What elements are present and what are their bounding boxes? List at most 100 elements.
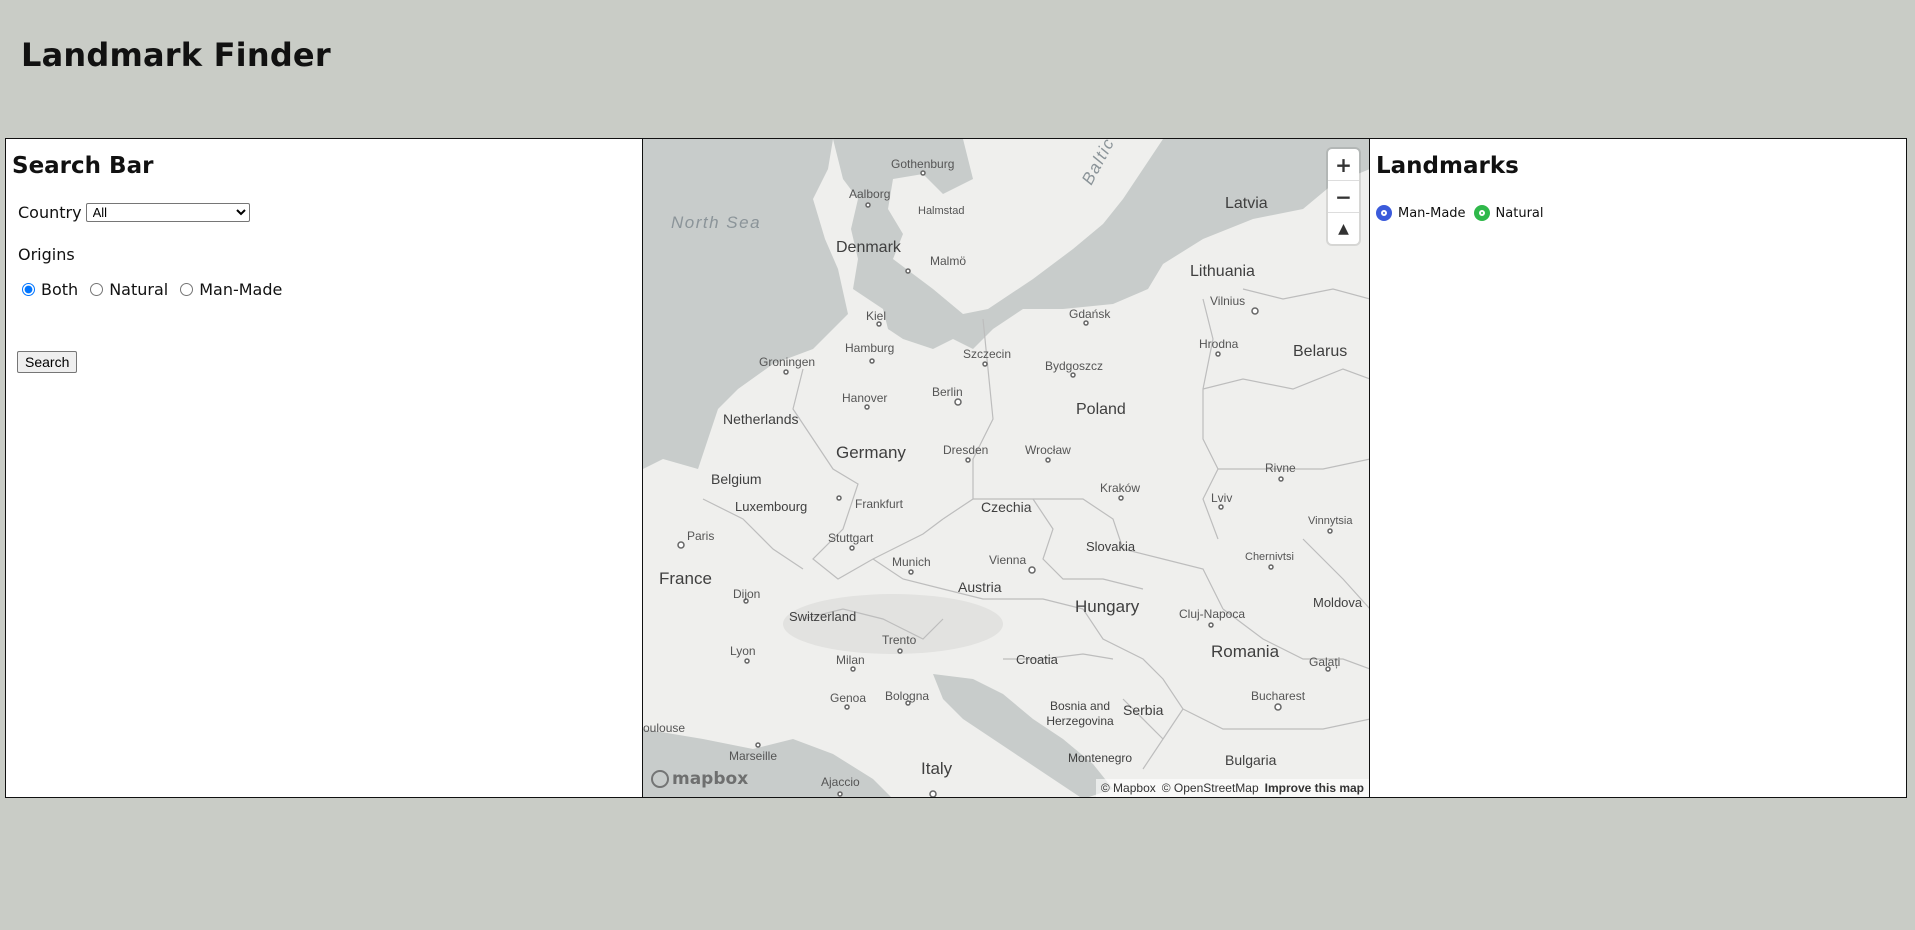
map-label-rivne: Rivne (1265, 461, 1296, 475)
map-panel[interactable]: North Sea Baltic Sea Denmark Latvia Lith… (643, 139, 1370, 797)
map-label-milan: Milan (836, 653, 865, 667)
map-label-genoa: Genoa (830, 691, 867, 705)
map-label-frankfurt: Frankfurt (855, 497, 904, 511)
landmarks-legend: Man-Made Natural (1376, 205, 1552, 221)
country-field: Country All (18, 203, 250, 222)
map-label-munich: Munich (892, 555, 931, 569)
map-label-romania: Romania (1211, 642, 1280, 661)
attribution-osm-link[interactable]: © OpenStreetMap (1162, 781, 1259, 795)
map-label-luxembourg: Luxembourg (735, 499, 808, 514)
map-label-marseille: Marseille (729, 749, 778, 763)
map-label-lyon: Lyon (730, 644, 756, 658)
search-panel: Search Bar Country All Origins Both Natu… (6, 139, 643, 797)
map-label-aalborg: Aalborg (849, 187, 891, 201)
map-label-szczecin: Szczecin (963, 347, 1012, 361)
natural-marker-icon (1473, 205, 1490, 221)
country-select[interactable]: All (85, 203, 250, 222)
map-label-serbia: Serbia (1123, 702, 1164, 718)
map-label-toulouse: oulouse (643, 721, 686, 735)
map-label-vinnytsia: Vinnytsia (1308, 515, 1353, 527)
map-label-malmo: Malmö (930, 254, 967, 268)
zoom-in-button[interactable]: + (1328, 149, 1359, 181)
map-label-belgium: Belgium (711, 471, 762, 487)
origin-both-option[interactable]: Both (18, 280, 78, 299)
landmarks-panel-heading: Landmarks (1376, 153, 1519, 179)
origins-radio-group: Both Natural Man-Made (18, 280, 290, 299)
map-label-latvia: Latvia (1225, 195, 1268, 212)
mapbox-logo-icon (651, 770, 669, 788)
map-label-croatia: Croatia (1016, 652, 1058, 667)
map-label-gothenburg: Gothenburg (891, 157, 955, 171)
mapbox-logo-text: mapbox (672, 769, 749, 789)
map-label-gdansk: Gdańsk (1069, 307, 1111, 321)
map-label-wroclaw: Wrocław (1025, 443, 1071, 457)
map-label-czechia: Czechia (981, 499, 1032, 515)
map-label-lviv: Lviv (1211, 491, 1233, 505)
map-label-halmstad: Halmstad (918, 205, 965, 217)
map-label-berlin: Berlin (932, 385, 963, 399)
map-label-italy: Italy (921, 759, 953, 778)
map-label-ajaccio: Ajaccio (821, 775, 860, 789)
mapbox-logo[interactable]: mapbox (651, 769, 748, 789)
origins-label: Origins (18, 245, 75, 264)
map-label-bulgaria: Bulgaria (1225, 752, 1277, 768)
map-label-groningen: Groningen (759, 355, 816, 369)
map-label-france: France (659, 569, 712, 588)
map-label-bydgoszcz: Bydgoszcz (1045, 359, 1104, 373)
map-label-slovakia: Slovakia (1086, 539, 1136, 554)
man-made-marker-icon (1376, 205, 1392, 221)
zoom-out-button[interactable]: − (1328, 181, 1359, 213)
map-label-switzerland: Switzerland (789, 609, 857, 624)
map-label-dresden: Dresden (943, 443, 989, 457)
legend-label-man-made: Man-Made (1398, 205, 1466, 221)
attribution-mapbox-link[interactable]: © Mapbox (1101, 781, 1156, 795)
landmarks-panel: Landmarks Man-Made Natural (1370, 139, 1906, 797)
improve-map-link[interactable]: Improve this map (1265, 781, 1364, 795)
map-label-trento: Trento (882, 633, 917, 647)
legend-label-natural: Natural (1495, 205, 1544, 221)
origin-manmade-radio[interactable] (180, 283, 194, 296)
map-label-vilnius: Vilnius (1210, 294, 1246, 308)
map-label-austria: Austria (958, 579, 1002, 595)
map-attribution: © Mapbox © OpenStreetMap Improve this ma… (1095, 779, 1369, 797)
legend-item-natural: Natural (1473, 205, 1544, 221)
origin-natural-option[interactable]: Natural (86, 280, 168, 299)
origin-both-radio[interactable] (22, 283, 35, 296)
map-zoom-controls: + − ▲ (1328, 149, 1359, 244)
map-label-bologna: Bologna (885, 689, 930, 703)
origin-natural-radio[interactable] (90, 283, 104, 296)
map-label-hrodna: Hrodna (1199, 337, 1239, 351)
origin-manmade-option[interactable]: Man-Made (176, 280, 282, 299)
map-label-netherlands: Netherlands (723, 411, 799, 427)
search-panel-heading: Search Bar (12, 153, 154, 179)
map-label-hanover: Hanover (842, 391, 888, 405)
map-label-hungary: Hungary (1075, 597, 1140, 616)
map-label-cluj: Cluj-Napoca (1179, 607, 1246, 621)
map-label-galati: Galați (1309, 655, 1341, 669)
map-label-denmark: Denmark (836, 239, 901, 256)
compass-reset-button[interactable]: ▲ (1328, 213, 1359, 244)
origin-natural-label: Natural (109, 280, 169, 299)
map-label-dijon: Dijon (733, 587, 761, 601)
map-label-lithuania: Lithuania (1190, 263, 1255, 280)
origin-manmade-label: Man-Made (199, 280, 283, 299)
map-label-poland: Poland (1076, 401, 1126, 418)
map-label-north-sea: North Sea (671, 213, 762, 232)
app-title: Landmark Finder (21, 36, 331, 74)
search-button[interactable]: Search (17, 351, 78, 373)
main-layout: Search Bar Country All Origins Both Natu… (5, 138, 1907, 798)
map-label-krakow: Kraków (1100, 481, 1141, 495)
map-label-belarus: Belarus (1293, 343, 1348, 360)
map-label-bucharest: Bucharest (1251, 689, 1306, 703)
map-label-stuttgart: Stuttgart (828, 531, 874, 545)
map-label-vienna: Vienna (989, 553, 1027, 567)
map-label-moldova: Moldova (1313, 595, 1363, 610)
country-label: Country (18, 203, 82, 222)
map-label-hamburg: Hamburg (845, 341, 895, 355)
map-label-bosnia: Bosnia and Herzegovina (1046, 699, 1114, 728)
origin-both-label: Both (41, 280, 79, 299)
map-label-paris: Paris (687, 529, 715, 543)
map-label-germany: Germany (836, 443, 906, 462)
map-label-montenegro: Montenegro (1068, 751, 1133, 765)
legend-item-man-made: Man-Made (1376, 205, 1466, 221)
